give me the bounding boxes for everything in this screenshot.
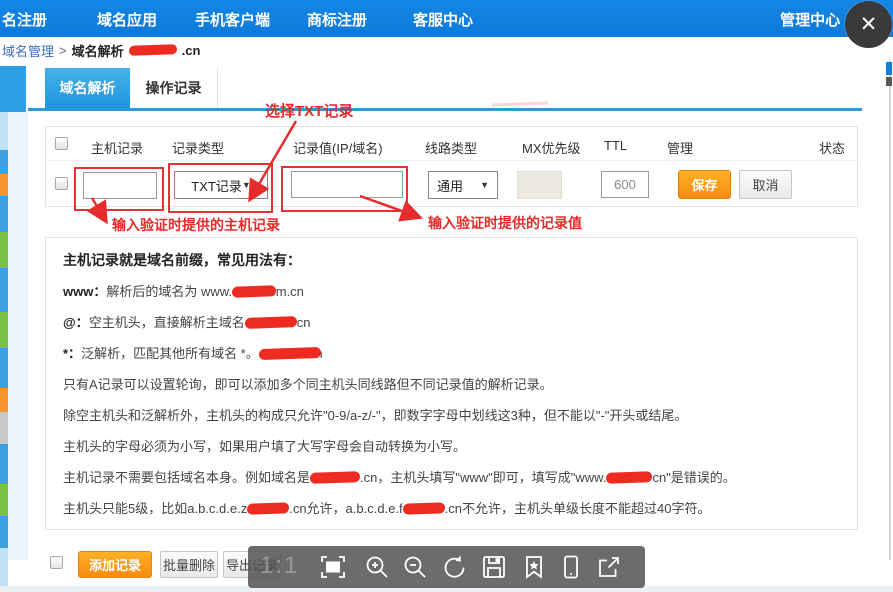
background-color-strip [0,112,8,592]
nav-item-trademark[interactable]: 商标注册 [307,9,367,30]
redaction-scribble [606,471,652,484]
help-line-www: www：解析后的域名为 www.com.cn [63,284,840,299]
header-divider [46,160,857,161]
help-www-prefix: www： [63,284,106,299]
breadcrumb: 域名管理 > 域名解析 .cn [0,38,700,62]
help-line-domain-self: 主机记录不需要包括域名本身。例如域名是 .cn，主机头填写"www"即可，填写成"… [63,470,840,485]
zoom-ratio-label: 1:1 [260,552,299,580]
add-record-button[interactable]: 添加记录 [78,551,152,578]
help-level-pre: 主机头只能5级，比如a.b.c.d.e.z [63,501,247,516]
zoom-in-icon[interactable] [364,554,390,580]
save-button[interactable]: 保存 [678,170,731,199]
record-type-select[interactable]: TXT记录▼ [174,171,268,199]
help-star-text: 泛解析，匹配其他所有域名 *。 [81,346,259,361]
help-box: 主机记录就是域名前缀，常见用法有： www：解析后的域名为 www.com.cn… [45,237,858,530]
fit-screen-icon[interactable] [320,554,346,580]
line-type-value: 通用 [437,176,463,195]
row-checkbox[interactable] [55,177,68,190]
record-type-value: TXT记录 [191,176,242,195]
annotation-host-hint: 输入验证时提供的主机记录 [112,215,280,235]
record-value-input[interactable] [291,171,403,198]
tab-domain-resolution[interactable]: 域名解析 [45,68,130,108]
nav-item-manage-center[interactable]: 管理中心▼ [780,9,855,30]
manage-center-label: 管理中心 [780,12,840,29]
viewer-toolbar: 1:1 [248,546,645,588]
breadcrumb-current: 域名解析 [72,41,124,60]
help-www-text: 解析后的域名为 www. [106,284,232,299]
tabs-underline [28,108,862,111]
col-header-value: 记录值(IP/域名) [293,138,383,157]
nav-item-domain-apps[interactable]: 域名应用 [97,9,157,30]
background-sidebar-fragment [0,66,26,112]
mx-priority-disabled-field [517,171,562,199]
redaction-scribble [259,347,321,360]
help-line-a-record: 只有A记录可以设置轮询，即可以添加多个同主机头同线路但不同记录值的解析记录。 [63,377,840,392]
help-domain-pre: 主机记录不需要包括域名本身。例如域名是 [63,470,310,485]
bookmark-icon[interactable] [521,554,547,580]
batch-delete-button[interactable]: 批量删除 [160,551,218,578]
share-icon[interactable] [596,554,622,580]
cancel-button[interactable]: 取消 [739,170,792,199]
help-domain-mid: .cn，主机头填写"www"即可，填写成"www. [360,470,606,485]
col-header-host: 主机记录 [91,138,143,157]
top-navbar: 名注册 域名应用 手机客户端 商标注册 客服中心 管理中心▼ [0,0,893,37]
col-header-type: 记录类型 [172,138,224,157]
chevron-down-icon: ▼ [480,180,489,190]
nav-item-domain-register[interactable]: 名注册 [2,9,47,30]
col-header-status: 状态 [819,138,845,157]
device-icon[interactable] [558,554,584,580]
help-at-prefix: @： [63,315,89,330]
line-type-select[interactable]: 通用 ▼ [428,171,498,199]
help-level-mid: .cn允许，a.b.c.d.e.f [289,501,402,516]
breadcrumb-separator: > [59,43,67,58]
save-icon[interactable] [481,554,507,580]
host-record-input[interactable] [83,172,157,199]
close-icon: ✕ [860,12,878,37]
help-line-star: *：泛解析，匹配其他所有域名 *。com.cn [63,346,840,361]
col-header-ttl: TTL [604,138,627,153]
redaction-scribble [232,285,276,298]
chevron-down-icon: ▼ [242,180,251,190]
nav-item-support[interactable]: 客服中心 [413,9,473,30]
help-title: 主机记录就是域名前缀，常见用法有： [63,253,840,268]
select-all-checkbox[interactable] [55,137,68,150]
help-line-charset: 除空主机头和泛解析外，主机头的构成只允许"0-9/a-z/-"，即数字字母中划线… [63,408,840,423]
col-header-line: 线路类型 [425,138,477,157]
record-table: 主机记录 记录类型 记录值(IP/域名) 线路类型 MX优先级 TTL 管理 状… [45,126,858,207]
right-edge-fragment-dark [886,77,892,86]
breadcrumb-tld: .cn [182,43,201,58]
help-line-at: @：空主机头，直接解析主域名 cn [63,315,840,330]
help-star-prefix: *： [63,346,81,361]
redaction-scribble [310,471,360,484]
close-button[interactable]: ✕ [845,1,892,48]
breadcrumb-domain-manage[interactable]: 域名管理 [2,41,54,60]
help-domain-tail: cn"是错误的。 [652,470,735,485]
help-at-tail: cn [297,315,311,330]
nav-item-mobile-client[interactable]: 手机客户端 [195,9,270,30]
tab-operation-log[interactable]: 操作记录 [130,68,218,108]
footer-checkbox[interactable] [50,556,63,569]
col-header-manage: 管理 [667,138,693,157]
redaction-scribble [129,44,177,56]
help-at-text: 空主机头，直接解析主域名 [89,315,245,330]
col-header-mx: MX优先级 [522,138,581,157]
redaction-scribble [245,316,297,329]
redaction-scribble [403,502,445,514]
redaction-scribble [247,502,289,514]
right-edge-fragment-blue [886,62,892,75]
help-level-tail: .cn不允许，主机头单级长度不能超过40字符。 [445,501,711,516]
rotate-icon[interactable] [441,554,467,580]
zoom-out-icon[interactable] [402,554,428,580]
ttl-input[interactable] [601,171,649,198]
background-pale-panel [8,112,28,560]
annotation-value-hint: 输入验证时提供的记录值 [428,213,582,233]
right-page-edge [889,60,891,560]
annotation-select-txt: 选择TXT记录 [265,100,353,121]
help-line-lowercase: 主机头的字母必须为小写，如果用户填了大写字母会自动转换为小写。 [63,439,840,454]
help-line-levels: 主机头只能5级，比如a.b.c.d.e.z .cn允许，a.b.c.d.e.f .c… [63,501,840,516]
